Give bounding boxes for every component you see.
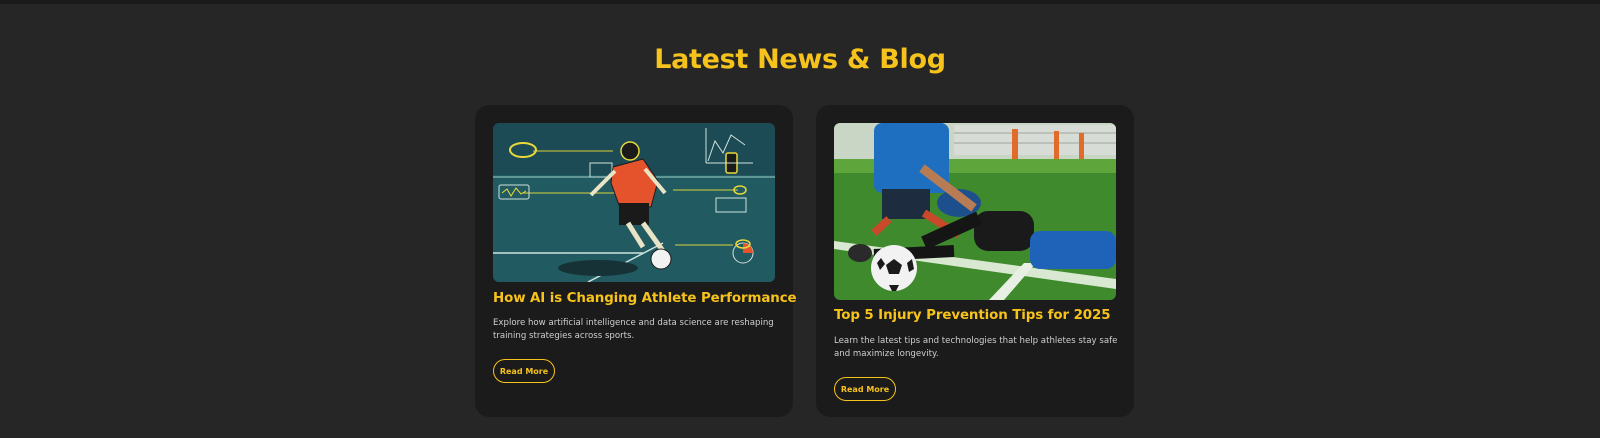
section-title: Latest News & Blog: [654, 44, 946, 75]
ai-athlete-illustration: [493, 123, 775, 282]
blog-card-title[interactable]: Top 5 Injury Prevention Tips for 2025: [834, 308, 1111, 323]
blog-card-image: [493, 123, 775, 282]
top-border: [0, 0, 1600, 4]
blog-card: Top 5 Injury Prevention Tips for 2025 Le…: [816, 105, 1134, 417]
blog-card-excerpt: Explore how artificial intelligence and …: [493, 318, 774, 341]
read-more-button[interactable]: Read More: [834, 377, 896, 401]
blog-card-title[interactable]: How AI is Changing Athlete Performance: [493, 291, 797, 306]
blog-card-excerpt: Learn the latest tips and technologies t…: [834, 336, 1118, 359]
read-more-button[interactable]: Read More: [493, 359, 555, 383]
soccer-injury-photo: [834, 123, 1116, 300]
blog-card-image: [834, 123, 1116, 300]
blog-card: How AI is Changing Athlete Performance E…: [475, 105, 797, 417]
